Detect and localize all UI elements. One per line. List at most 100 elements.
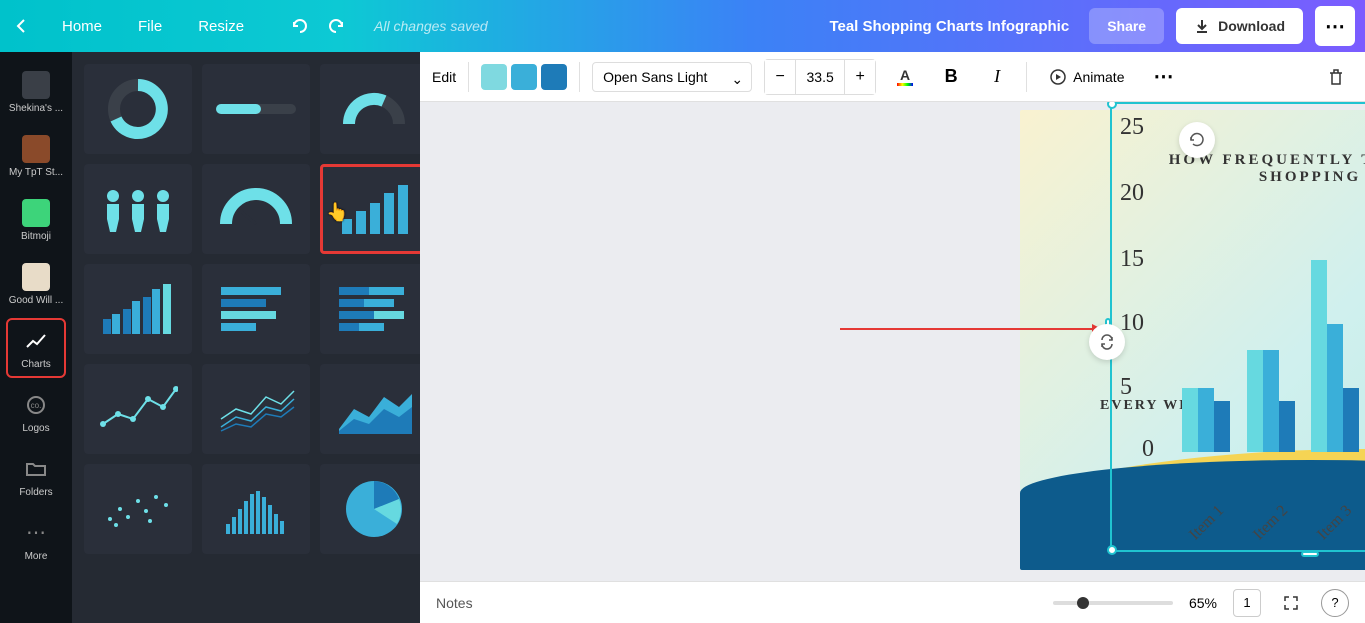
color-swatches <box>481 64 567 90</box>
chart-thumb-people[interactable] <box>84 164 192 254</box>
swatch-3[interactable] <box>541 64 567 90</box>
download-icon <box>1194 18 1210 34</box>
save-status: All changes saved <box>374 18 488 34</box>
chart-thumb-arc[interactable] <box>320 64 420 154</box>
rail-app-goodwill[interactable]: Good Will ... <box>6 254 66 314</box>
rail-folders[interactable]: Folders <box>6 446 66 506</box>
canvas-area: Edit Open Sans Light ⌄ − + A B I Animate <box>420 52 1365 623</box>
animate-button[interactable]: Animate <box>1039 60 1134 94</box>
bold-icon[interactable]: B <box>934 60 968 94</box>
svg-text:co.: co. <box>31 401 42 410</box>
document-title[interactable]: Teal Shopping Charts Infographic <box>829 18 1069 35</box>
menu-home[interactable]: Home <box>44 18 120 35</box>
menu-file[interactable]: File <box>120 18 180 35</box>
folders-icon <box>22 455 50 483</box>
more-icon: ⋯ <box>22 519 50 547</box>
rail-label: Bitmoji <box>21 231 51 242</box>
font-select[interactable]: Open Sans Light ⌄ <box>592 62 752 92</box>
top-header: Home File Resize All changes saved Teal … <box>0 0 1365 52</box>
download-button[interactable]: Download <box>1176 8 1303 44</box>
animate-icon <box>1049 68 1067 86</box>
more-menu-button[interactable]: ⋯ <box>1315 6 1355 46</box>
chart-thumb-gauge[interactable] <box>202 164 310 254</box>
rail-app-tpt[interactable]: My TpT St... <box>6 126 66 186</box>
font-size-decrease[interactable]: − <box>765 60 795 94</box>
rail-app-bitmoji[interactable]: Bitmoji <box>6 190 66 250</box>
share-button[interactable]: Share <box>1089 8 1164 44</box>
bar-group <box>1304 260 1365 452</box>
bar-chart[interactable]: 25 HOW FREQUENTLY THEY GO SHOPPING 20 15… <box>1120 112 1365 542</box>
help-icon[interactable]: ? <box>1321 589 1349 617</box>
download-label: Download <box>1218 18 1285 34</box>
annotation-arrow <box>840 328 1100 330</box>
context-toolbar: Edit Open Sans Light ⌄ − + A B I Animate <box>420 52 1365 102</box>
sync-float-button[interactable] <box>1089 324 1125 360</box>
resize-handle[interactable] <box>1107 102 1117 109</box>
chart-thumb-area[interactable] <box>320 364 420 454</box>
zoom-percent: 65% <box>1189 595 1217 611</box>
bar <box>1263 350 1279 452</box>
chart-thumb-multiline[interactable] <box>202 364 310 454</box>
design-canvas[interactable]: 25 HOW FREQUENTLY THEY GO SHOPPING 20 15… <box>420 102 1365 581</box>
chart-thumb-progress[interactable] <box>202 64 310 154</box>
trash-icon[interactable] <box>1319 60 1353 94</box>
bar <box>1343 388 1359 452</box>
redo-icon[interactable] <box>318 8 354 44</box>
rail-more[interactable]: ⋯ More <box>6 510 66 570</box>
rail-label: Charts <box>21 359 50 370</box>
chart-thumb-donut[interactable] <box>84 64 192 154</box>
rail-charts[interactable]: Charts <box>6 318 66 378</box>
chart-thumb-hbar-stacked[interactable] <box>320 264 420 354</box>
bars-container <box>1175 132 1365 452</box>
bottom-bar: Notes 65% 1 ? <box>420 581 1365 623</box>
back-icon[interactable] <box>10 14 34 38</box>
font-name: Open Sans Light <box>603 69 707 85</box>
bar <box>1311 260 1327 452</box>
rail-label: Good Will ... <box>9 295 63 306</box>
notes-button[interactable]: Notes <box>436 595 473 611</box>
chart-thumb-scatter[interactable] <box>84 464 192 554</box>
x-labels: Item 1Item 2Item 3Item 4Item 5 <box>1175 514 1365 532</box>
zoom-slider[interactable] <box>1053 601 1173 605</box>
fullscreen-icon[interactable] <box>1277 589 1305 617</box>
cursor-icon: 👆 <box>326 202 348 223</box>
chevron-down-icon: ⌄ <box>731 71 743 88</box>
chart-thumb-line[interactable] <box>84 364 192 454</box>
italic-icon[interactable]: I <box>980 60 1014 94</box>
resize-handle[interactable] <box>1301 551 1319 557</box>
logos-icon: co. <box>22 391 50 419</box>
bar <box>1182 388 1198 452</box>
refresh-float-button[interactable] <box>1179 122 1215 158</box>
swatch-2[interactable] <box>511 64 537 90</box>
edit-button[interactable]: Edit <box>432 69 456 85</box>
text-color-icon[interactable]: A <box>888 60 922 94</box>
chart-thumb-stacked-bar[interactable] <box>84 264 192 354</box>
more-options-icon[interactable]: ⋯ <box>1146 60 1180 94</box>
page-count[interactable]: 1 <box>1233 589 1261 617</box>
rail-app-shekina[interactable]: Shekina's ... <box>6 62 66 122</box>
undo-icon[interactable] <box>282 8 318 44</box>
y-tick: 15 <box>1120 246 1144 273</box>
chart-thumb-histogram[interactable] <box>202 464 310 554</box>
swatch-1[interactable] <box>481 64 507 90</box>
rail-label: My TpT St... <box>9 167 63 178</box>
font-size-input[interactable] <box>795 60 845 94</box>
animate-label: Animate <box>1073 69 1124 85</box>
y-tick: 0 <box>1142 436 1154 463</box>
bar-group <box>1175 388 1237 452</box>
menu-resize[interactable]: Resize <box>180 18 262 35</box>
y-tick: 10 <box>1120 310 1144 337</box>
rail-logos[interactable]: co. Logos <box>6 382 66 442</box>
bar <box>1279 401 1295 452</box>
bar <box>1327 324 1343 452</box>
chart-thumb-pie[interactable] <box>320 464 420 554</box>
chart-thumb-hbar[interactable] <box>202 264 310 354</box>
rail-label: Logos <box>22 423 49 434</box>
resize-handle[interactable] <box>1107 545 1117 555</box>
zoom-thumb[interactable] <box>1077 597 1089 609</box>
y-tick: 25 <box>1120 114 1144 141</box>
charts-icon <box>22 327 50 355</box>
bar <box>1247 350 1263 452</box>
bar-group <box>1239 350 1301 452</box>
font-size-increase[interactable]: + <box>845 60 875 94</box>
